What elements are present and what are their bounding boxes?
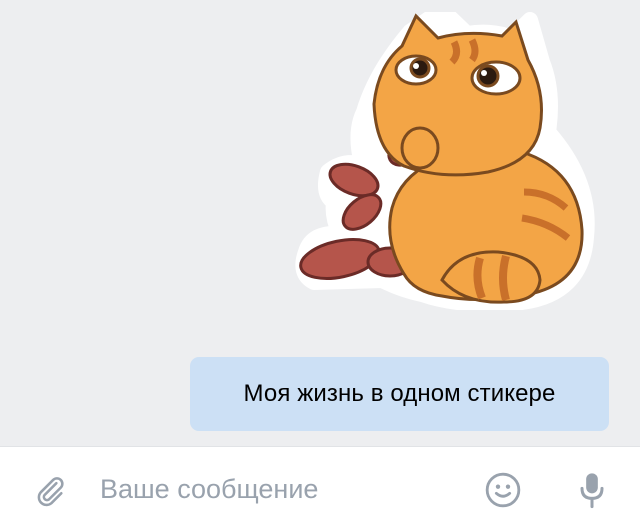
smiley-icon [485,472,521,508]
voice-message-button[interactable] [570,467,614,513]
message-text: Моя жизнь в одном стикере [243,380,556,407]
message-history: Моя жизнь в одном стикере [0,0,640,446]
message-input[interactable] [100,469,460,509]
outgoing-message-bubble[interactable]: Моя жизнь в одном стикере [190,357,609,431]
cat-sticker[interactable] [292,2,598,312]
emoji-button[interactable] [480,467,526,513]
paperclip-icon [37,477,64,507]
microphone-icon [580,473,604,509]
attach-button[interactable] [28,469,72,513]
cat-sticker-image [295,2,595,312]
message-composer [0,446,640,531]
